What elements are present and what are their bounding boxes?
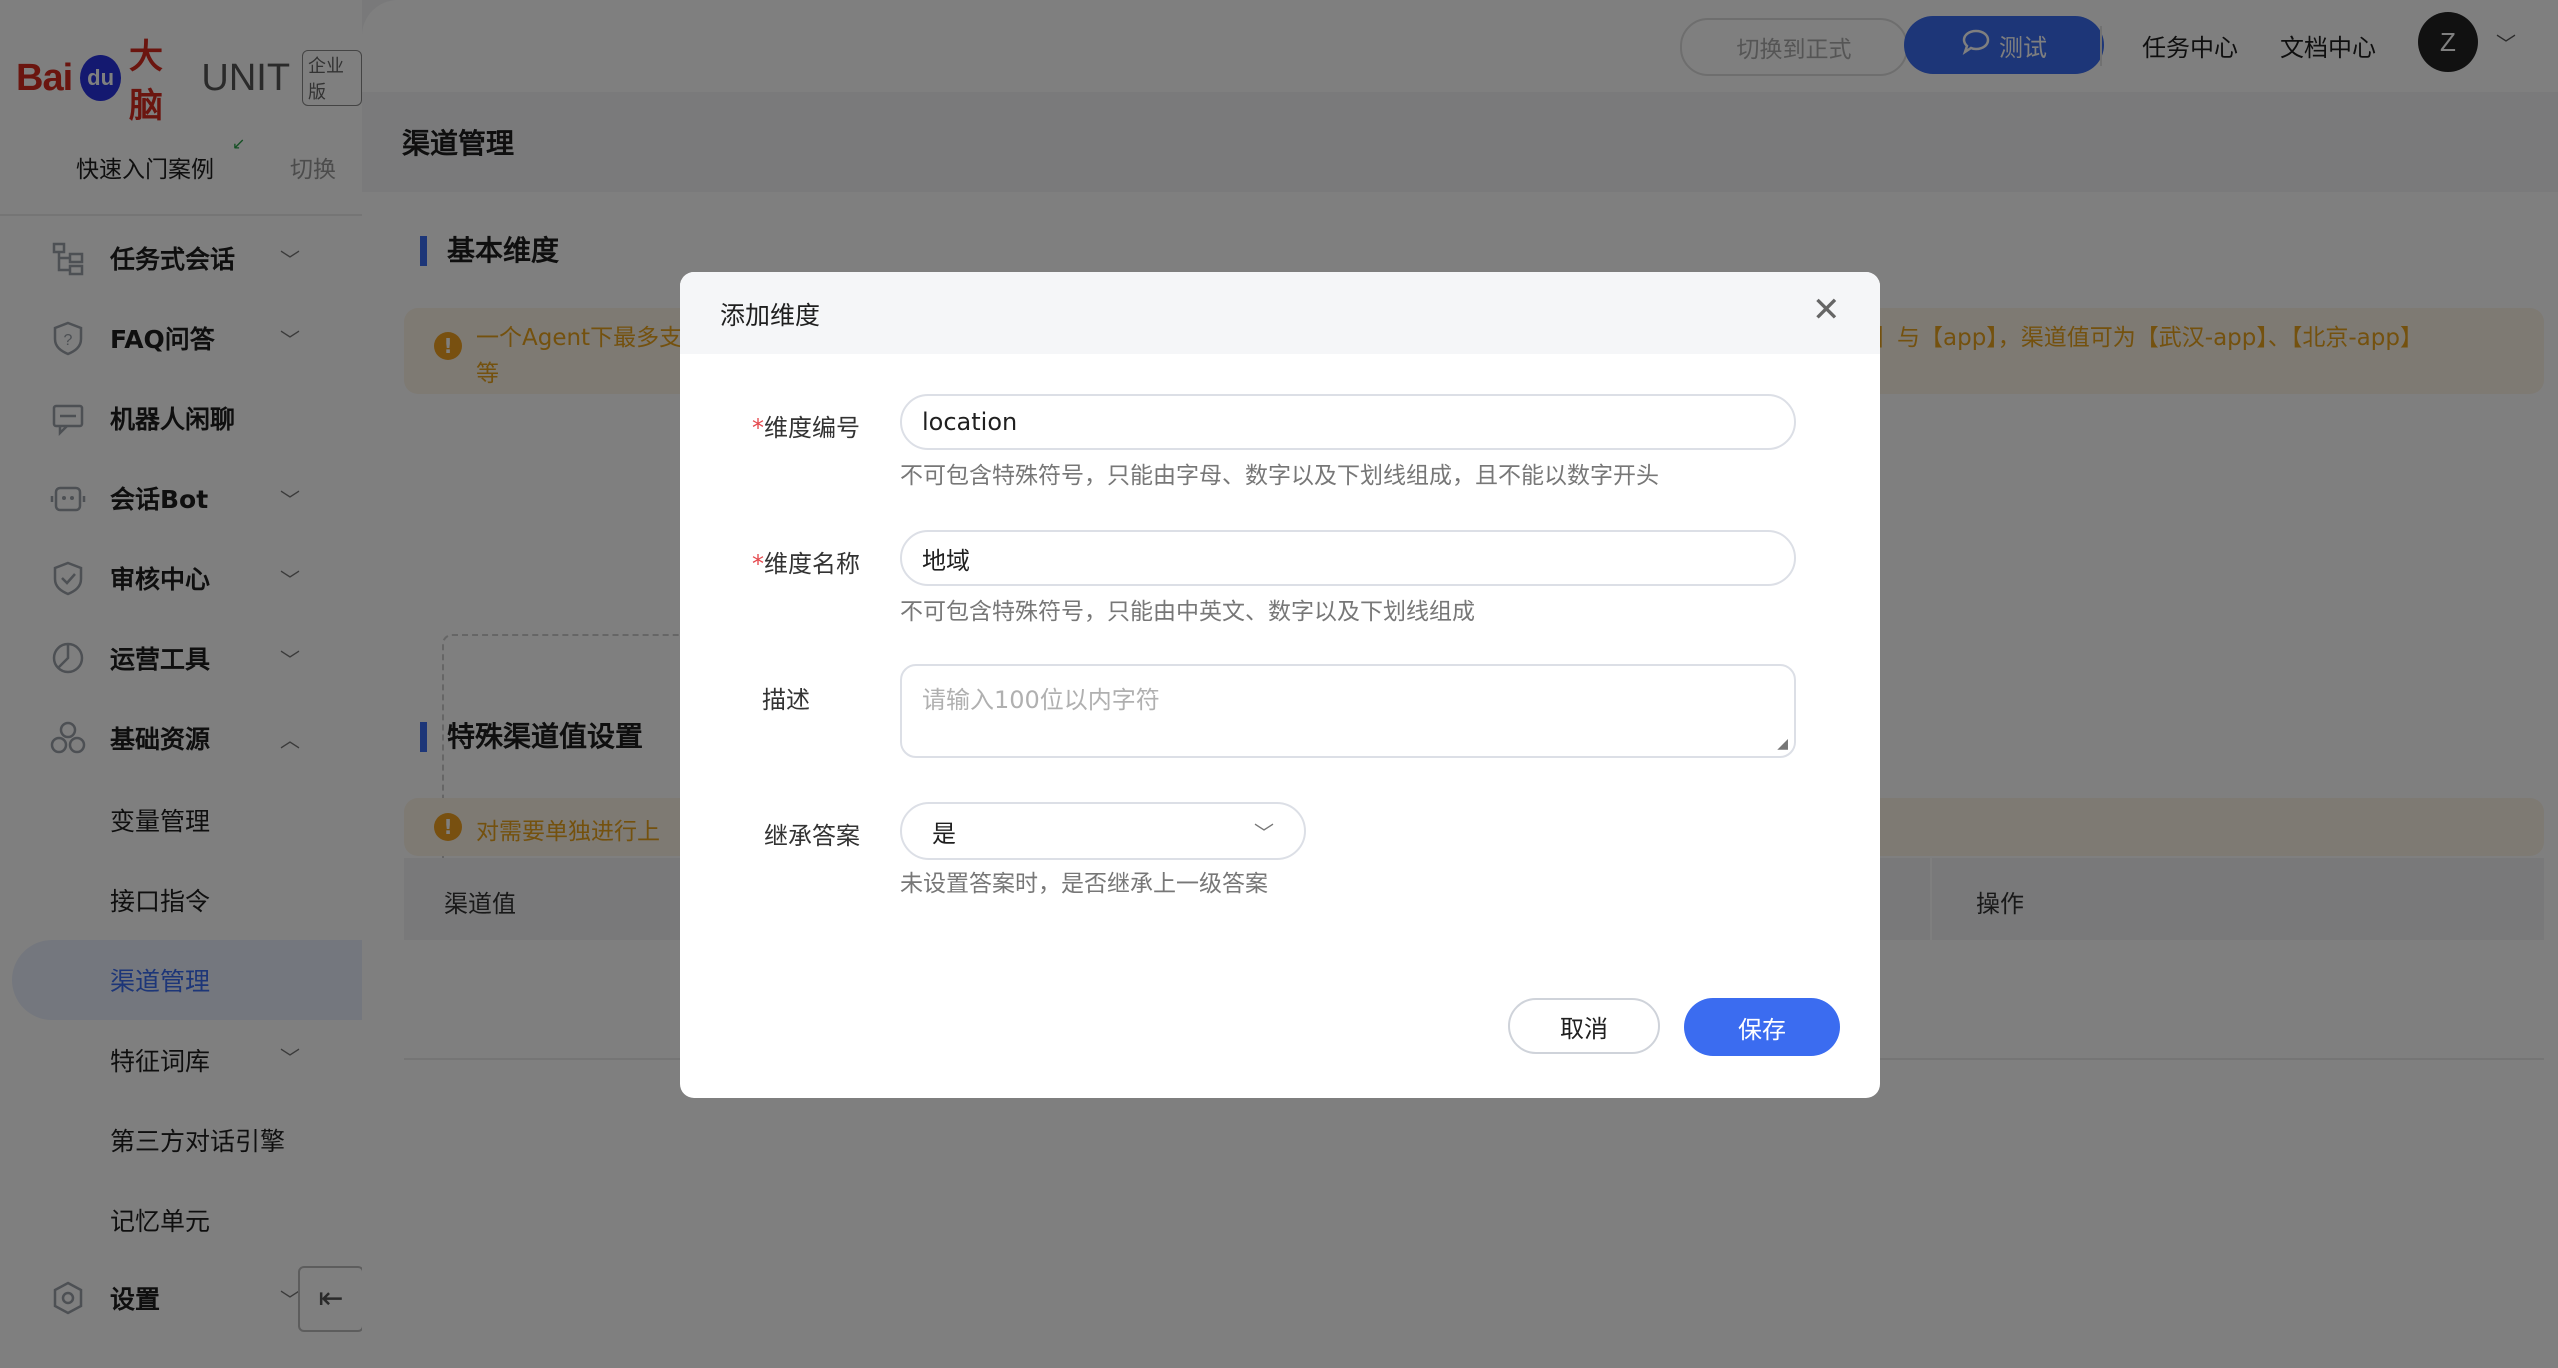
inherit-answer-value: 是 xyxy=(932,819,956,848)
dialog-header: 添加维度 ✕ xyxy=(680,272,1880,354)
dimension-code-input[interactable]: location xyxy=(900,394,1796,450)
dimension-name-input[interactable]: 地域 xyxy=(900,530,1796,586)
inherit-answer-label: 继承答案 xyxy=(764,822,860,850)
description-label: 描述 xyxy=(762,686,810,714)
dimension-code-label: *维度编号 xyxy=(680,408,860,443)
dimension-code-value: location xyxy=(922,408,1018,436)
chevron-down-icon: ﹀ xyxy=(1254,820,1274,845)
dimension-name-label-text: 维度名称 xyxy=(764,550,860,578)
close-icon[interactable]: ✕ xyxy=(1812,290,1841,330)
dimension-name-hint: 不可包含特殊符号，只能由中英文、数字以及下划线组成 xyxy=(900,599,1475,625)
required-mark: * xyxy=(752,414,764,442)
cancel-button[interactable]: 取消 xyxy=(1508,998,1660,1054)
inherit-answer-select[interactable]: 是 ﹀ xyxy=(900,802,1306,860)
save-button[interactable]: 保存 xyxy=(1684,998,1840,1056)
description-placeholder: 请输入100位以内字符 xyxy=(922,686,1160,714)
dimension-code-hint: 不可包含特殊符号，只能由字母、数字以及下划线组成，且不能以数字开头 xyxy=(900,463,1659,489)
dimension-name-value: 地域 xyxy=(922,546,970,575)
resize-handle-icon[interactable]: ◢ xyxy=(1777,736,1788,752)
dialog-title: 添加维度 xyxy=(720,301,821,330)
inherit-answer-hint: 未设置答案时，是否继承上一级答案 xyxy=(900,871,1268,897)
description-textarea[interactable]: 请输入100位以内字符 ◢ xyxy=(900,664,1796,758)
add-dimension-dialog: 添加维度 ✕ *维度编号 location 不可包含特殊符号，只能由字母、数字以… xyxy=(680,272,1880,1098)
required-mark: * xyxy=(752,550,764,578)
dimension-code-label-text: 维度编号 xyxy=(764,414,860,442)
dimension-name-label: *维度名称 xyxy=(680,544,860,579)
